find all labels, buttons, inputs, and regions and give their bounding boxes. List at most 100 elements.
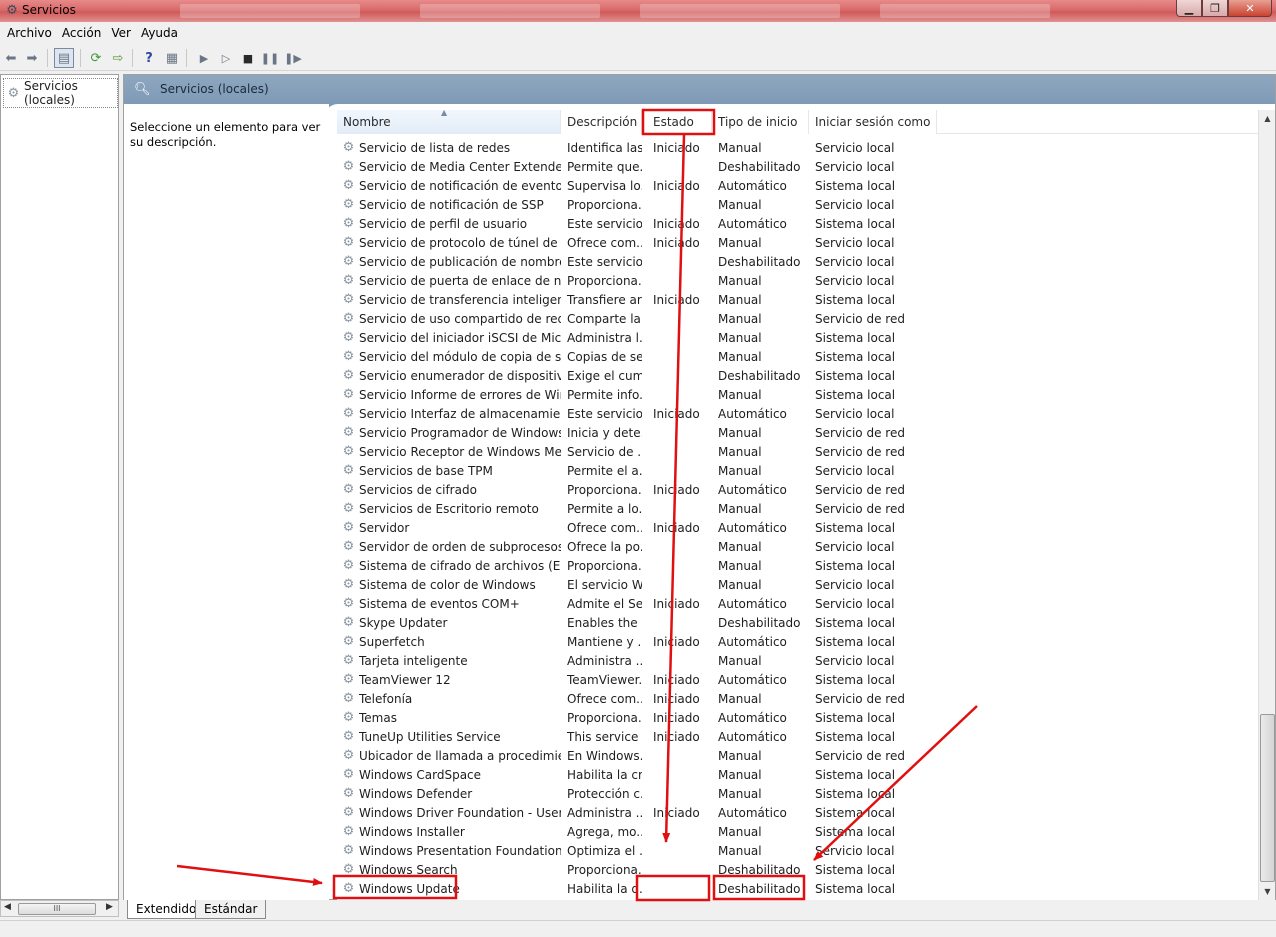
taskbar-blur: [180, 4, 360, 18]
table-row[interactable]: ⚙ Sistema de eventos COM+ Admite el Se... I…: [337, 594, 1258, 613]
start-service-alt-button[interactable]: ▷: [216, 48, 236, 68]
scroll-right-icon[interactable]: ▶: [106, 902, 113, 912]
table-row[interactable]: ⚙ Servicio de Media Center Extender Permit…: [337, 157, 1258, 176]
cell-nombre: ⚙ Servicios de Escritorio remoto: [337, 501, 561, 516]
table-row[interactable]: ⚙ Servicio de puerta de enlace de nivel..…: [337, 271, 1258, 290]
menu-ayuda[interactable]: Ayuda: [136, 26, 183, 40]
table-row[interactable]: ⚙ Servicio de transferencia inteligente .…: [337, 290, 1258, 309]
service-name: Servicio Receptor de Windows Medi...: [359, 444, 561, 459]
table-row[interactable]: ⚙ Windows Update Habilita la d... Deshabili…: [337, 879, 1258, 898]
menu-accion[interactable]: Acción: [57, 26, 106, 40]
table-row[interactable]: ⚙ Windows Search Proporciona... Deshabilita…: [337, 860, 1258, 879]
table-row[interactable]: ⚙ Servicio de uso compartido de red d... C…: [337, 309, 1258, 328]
maximize-button[interactable]: ❐: [1202, 0, 1228, 17]
table-row[interactable]: ⚙ Servicios de cifrado Proporciona... Inici…: [337, 480, 1258, 499]
tree-node-services-local[interactable]: ⚙ Servicios (locales): [3, 78, 118, 108]
vertical-scrollbar[interactable]: ▲ ▼: [1258, 110, 1275, 900]
table-row[interactable]: ⚙ TuneUp Utilities Service This service ..…: [337, 727, 1258, 746]
taskbar-blur: [640, 4, 840, 18]
table-row[interactable]: ⚙ Servicio del iniciador iSCSI de Micro..…: [337, 328, 1258, 347]
table-row[interactable]: ⚙ Servicio de publicación de nombres ... E…: [337, 252, 1258, 271]
table-row[interactable]: ⚙ Servidor de orden de subprocesos Ofrece …: [337, 537, 1258, 556]
table-row[interactable]: ⚙ Sistema de color de Windows El servicio …: [337, 575, 1258, 594]
scroll-up-icon[interactable]: ▲: [1259, 110, 1276, 127]
table-row[interactable]: ⚙ Tarjeta inteligente Administra ... Manual…: [337, 651, 1258, 670]
menu-ver[interactable]: Ver: [106, 26, 136, 40]
help-button[interactable]: ?: [139, 48, 159, 68]
toolbar: ⬅ ➡ ▤ ⟳ ⇨ ? ▦ ▶ ▷ ■ ❚❚ ❚▶: [0, 44, 1276, 71]
restart-service-button[interactable]: ❚▶: [283, 48, 303, 68]
start-service-button[interactable]: ▶: [194, 48, 214, 68]
tree-horizontal-scrollbar[interactable]: ◀ III ▶: [0, 900, 119, 917]
table-row[interactable]: ⚙ Servicio de notificación de SSP Proporci…: [337, 195, 1258, 214]
cell-tipo-inicio: Manual: [718, 463, 762, 478]
table-row[interactable]: ⚙ Servicio Informe de errores de Wind... P…: [337, 385, 1258, 404]
gear-icon: ⚙: [342, 178, 355, 193]
pause-service-button[interactable]: ❚❚: [260, 48, 280, 68]
scrollbar-thumb[interactable]: III: [18, 903, 96, 915]
table-row[interactable]: ⚙ Servicio del módulo de copia de seg... C…: [337, 347, 1258, 366]
cell-descripcion: Transfiere ar...: [567, 292, 642, 307]
forward-button[interactable]: ➡: [22, 48, 42, 68]
main-header: 🔍︎ Servicios (locales): [124, 75, 1275, 104]
column-header-tipo-inicio[interactable]: Tipo de inicio: [712, 110, 809, 134]
scroll-left-icon[interactable]: ◀: [4, 902, 11, 912]
table-row[interactable]: ⚙ Servicio enumerador de dispositivos... E…: [337, 366, 1258, 385]
column-header-estado[interactable]: Estado: [642, 110, 712, 134]
table-row[interactable]: ⚙ Windows CardSpace Habilita la cr... Manua…: [337, 765, 1258, 784]
scroll-down-icon[interactable]: ▼: [1259, 883, 1276, 900]
minimize-button[interactable]: ▁: [1176, 0, 1202, 17]
stop-service-button[interactable]: ■: [238, 48, 258, 68]
column-header-iniciar-sesion[interactable]: Iniciar sesión como: [809, 110, 937, 134]
cell-tipo-inicio: Manual: [718, 292, 762, 307]
gear-icon: ⚙: [342, 615, 355, 630]
tab-extendido[interactable]: Extendido: [127, 900, 206, 919]
table-row[interactable]: ⚙ Servicio de perfil de usuario Este servi…: [337, 214, 1258, 233]
table-row[interactable]: ⚙ Windows Presentation Foundation F... Opt…: [337, 841, 1258, 860]
table-row[interactable]: ⚙ Servicio Programador de Windows ... Inic…: [337, 423, 1258, 442]
refresh-button[interactable]: ⟳: [86, 48, 106, 68]
refresh-icon: ⟳: [90, 50, 102, 66]
table-row[interactable]: ⚙ Windows Installer Agrega, mo... Manual Sis…: [337, 822, 1258, 841]
menu-archivo[interactable]: Archivo: [2, 26, 57, 40]
table-row[interactable]: ⚙ Windows Driver Foundation - User-... Adm…: [337, 803, 1258, 822]
show-hide-tree-button[interactable]: ▤: [54, 48, 74, 68]
service-name: Servicio del módulo de copia de seg...: [359, 349, 561, 364]
table-row[interactable]: ⚙ Ubicador de llamada a procedimient... En…: [337, 746, 1258, 765]
table-row[interactable]: ⚙ Skype Updater Enables the ... Deshabilita…: [337, 613, 1258, 632]
cell-nombre: ⚙ Servicio del módulo de copia de seg...: [337, 349, 561, 364]
gear-icon: ⚙: [342, 159, 355, 174]
cell-descripcion: Proporciona...: [567, 482, 642, 497]
cell-tipo-inicio: Automático: [718, 805, 787, 820]
tab-estandar[interactable]: Estándar: [195, 900, 267, 919]
table-row[interactable]: ⚙ Windows Defender Protección c... Manual Si…: [337, 784, 1258, 803]
table-row[interactable]: ⚙ Superfetch Mantiene y ... Iniciado Automát…: [337, 632, 1258, 651]
close-button[interactable]: ✕: [1228, 0, 1272, 17]
export-list-button[interactable]: ⇨: [108, 48, 128, 68]
back-button[interactable]: ⬅: [1, 48, 21, 68]
cell-descripcion: Administra ...: [567, 653, 642, 668]
table-row[interactable]: ⚙ Servicio de lista de redes Identifica la…: [337, 138, 1258, 157]
table-row[interactable]: ⚙ TeamViewer 12 TeamViewer... Iniciado Autom…: [337, 670, 1258, 689]
table-row[interactable]: ⚙ Servicio Interfaz de almacenamiento... E…: [337, 404, 1258, 423]
column-header-nombre[interactable]: ▲ Nombre: [337, 110, 561, 134]
service-name: Servicios de base TPM: [359, 463, 493, 478]
table-row[interactable]: ⚙ Servidor Ofrece com... Iniciado Automático…: [337, 518, 1258, 537]
scrollbar-thumb[interactable]: [1260, 714, 1275, 882]
table-row[interactable]: ⚙ Servicios de Escritorio remoto Permite a…: [337, 499, 1258, 518]
column-label: Descripción: [567, 115, 638, 129]
column-header-descripcion[interactable]: Descripción: [561, 110, 642, 134]
table-row[interactable]: ⚙ Temas Proporciona... Iniciado Automático Si…: [337, 708, 1258, 727]
table-row[interactable]: ⚙ Servicios de base TPM Permite el a... Man…: [337, 461, 1258, 480]
properties-button[interactable]: ▦: [162, 48, 182, 68]
gear-icon: ⚙: [342, 349, 355, 364]
table-row[interactable]: ⚙ Servicio de protocolo de túnel de so...…: [337, 233, 1258, 252]
table-row[interactable]: ⚙ Servicio de notificación de eventos ...…: [337, 176, 1258, 195]
table-row[interactable]: ⚙ Telefonía Ofrece com... Iniciado Manual Ser…: [337, 689, 1258, 708]
service-name: Servicio de perfil de usuario: [359, 216, 528, 231]
table-row[interactable]: ⚙ Sistema de cifrado de archivos (EFS) Pro…: [337, 556, 1258, 575]
service-name: Telefonía: [359, 691, 413, 706]
cell-nombre: ⚙ Servicio de Media Center Extender: [337, 159, 561, 174]
table-row[interactable]: ⚙ Servicio Receptor de Windows Medi... Ser…: [337, 442, 1258, 461]
gear-icon: ⚙: [342, 805, 355, 820]
